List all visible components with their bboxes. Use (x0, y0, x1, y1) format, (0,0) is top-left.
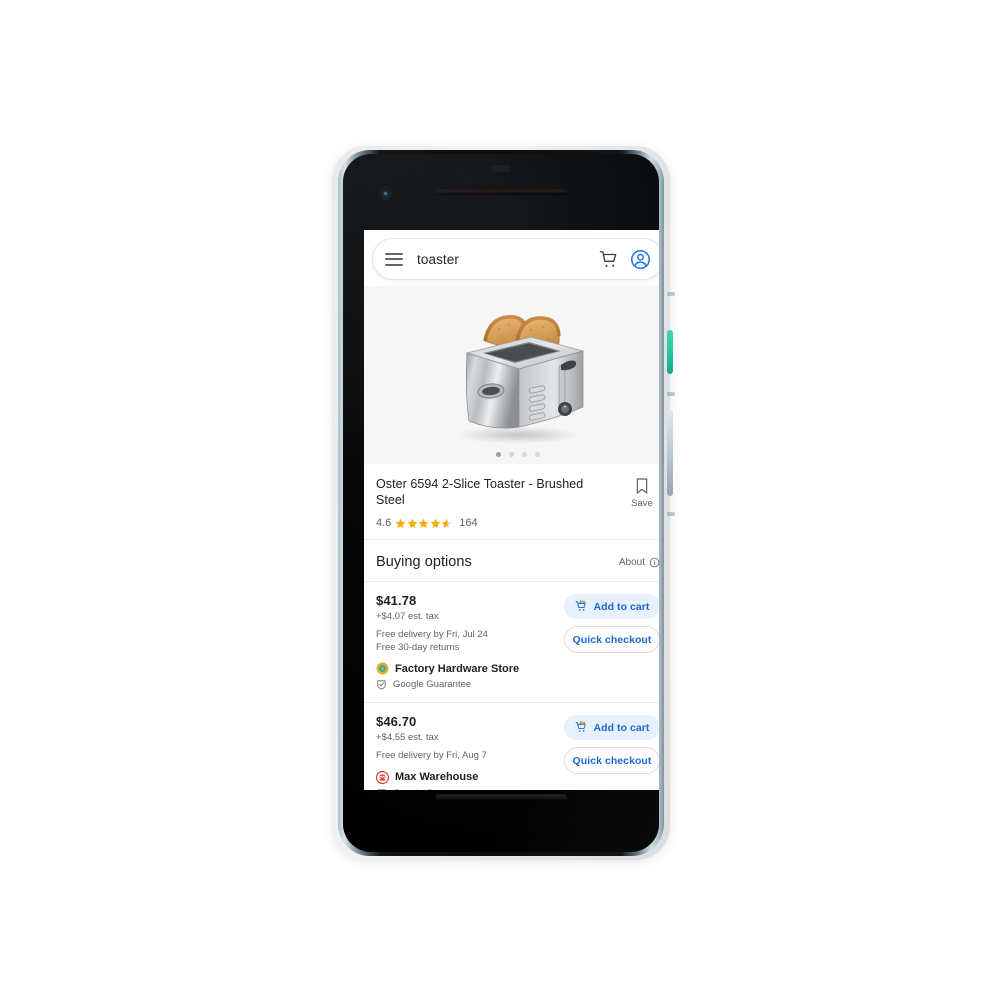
hamburger-menu-icon[interactable] (385, 252, 403, 266)
rail-seam-low (667, 512, 675, 516)
offer-tax: +$4.55 est. tax (376, 732, 439, 743)
gallery-dots[interactable] (364, 452, 659, 457)
save-button[interactable]: Save (624, 476, 659, 529)
offer-details: $41.78 +$4.07 est. tax Free delivery by … (376, 593, 564, 690)
about-link[interactable]: About (619, 557, 659, 570)
offer-tax: +$4.07 est. tax (376, 611, 439, 622)
add-to-cart-button[interactable]: Add to cart (564, 594, 659, 619)
offer-actions: Add to cart Quick checkout (564, 593, 659, 690)
about-label: About (618, 557, 645, 568)
earpiece-speaker (435, 189, 567, 195)
product-title-wrap: Oster 6594 2-Slice Toaster - Brushed Ste… (376, 476, 624, 529)
shopping-cart-icon[interactable] (597, 248, 619, 270)
shield-check-icon (377, 680, 386, 690)
offer-delivery: Free delivery by Fri, Aug 7 (376, 750, 487, 761)
info-icon (649, 557, 659, 568)
search-bar[interactable]: toaster (372, 238, 659, 280)
gallery-dot-4[interactable] (535, 452, 540, 457)
offer-actions: Add to cart Quick checkout (564, 714, 659, 790)
guarantee-text: Google Guarantee (393, 679, 472, 690)
max-warehouse-logo (376, 770, 389, 784)
product-image (423, 295, 613, 455)
phone-screen: toaster Oster 6594 2-Slice Toaster - Bru… (364, 230, 659, 790)
phone-glass: toaster Oster 6594 2-Slice Toaster - Bru… (343, 154, 659, 852)
bookmark-icon (636, 478, 648, 494)
offer-price: $41.78 (376, 593, 417, 608)
merchant-name: Factory Hardware Store (395, 662, 520, 675)
bottom-speaker (435, 794, 567, 800)
front-camera-icon (379, 187, 391, 199)
add-to-cart-button[interactable]: Add to cart (564, 715, 659, 740)
phone-mockup: toaster Oster 6594 2-Slice Toaster - Bru… (326, 142, 676, 864)
quick-checkout-button[interactable]: Quick checkout (564, 626, 659, 653)
product-summary: Oster 6594 2-Slice Toaster - Brushed Ste… (364, 464, 659, 540)
guarantee-row: Google Guarantee (376, 788, 556, 791)
account-avatar-icon[interactable] (629, 248, 651, 270)
search-bar-container: toaster (364, 230, 659, 286)
merchant-name: Max Warehouse (395, 771, 479, 783)
quick-checkout-label: Quick checkout (572, 754, 652, 767)
volume-rocker[interactable] (667, 410, 673, 496)
buying-options-title: Buying options (376, 554, 472, 570)
quick-checkout-label: Quick checkout (572, 633, 652, 646)
add-to-cart-label: Add to cart (593, 600, 650, 613)
add-to-cart-label: Add to cart (593, 721, 650, 734)
save-label: Save (631, 498, 653, 509)
gallery-dot-1[interactable] (496, 452, 501, 457)
rail-seam-mid (667, 392, 675, 396)
guarantee-text: Google Guarantee (393, 788, 471, 791)
shield-check-icon (377, 788, 386, 790)
power-button[interactable] (667, 330, 673, 374)
guarantee-row: Google Guarantee (376, 679, 556, 690)
search-input[interactable]: toaster (417, 252, 587, 267)
offer-details: $46.70 +$4.55 est. tax Free delivery by … (376, 714, 564, 790)
offer-row: $46.70 +$4.55 est. tax Free delivery by … (364, 703, 659, 790)
google-cart-icon (575, 600, 586, 611)
factory-hardware-store-logo (376, 662, 389, 675)
offer-row: $41.78 +$4.07 est. tax Free delivery by … (364, 582, 659, 703)
rating-stars (395, 518, 452, 529)
notch-slot (491, 165, 511, 172)
google-cart-icon (575, 721, 586, 732)
rating-count: 164 (459, 517, 478, 529)
rating-row[interactable]: 4.6 164 (376, 517, 614, 529)
merchant-row[interactable]: Max Warehouse (376, 770, 556, 784)
quick-checkout-button[interactable]: Quick checkout (564, 747, 659, 774)
gallery-dot-3[interactable] (522, 452, 527, 457)
offer-delivery: Free delivery by Fri, Jul 24 (376, 629, 488, 640)
merchant-row[interactable]: Factory Hardware Store (376, 662, 556, 675)
offer-price: $46.70 (376, 714, 417, 729)
rail-seam-top (667, 292, 675, 296)
offer-returns: Free 30-day returns (376, 641, 460, 653)
page-title: Oster 6594 2-Slice Toaster - Brushed Ste… (376, 477, 584, 507)
gallery-dot-2[interactable] (509, 452, 514, 457)
product-image-gallery[interactable] (364, 286, 659, 464)
rating-value: 4.6 (376, 517, 392, 529)
buying-options-header: Buying options About (364, 540, 659, 582)
